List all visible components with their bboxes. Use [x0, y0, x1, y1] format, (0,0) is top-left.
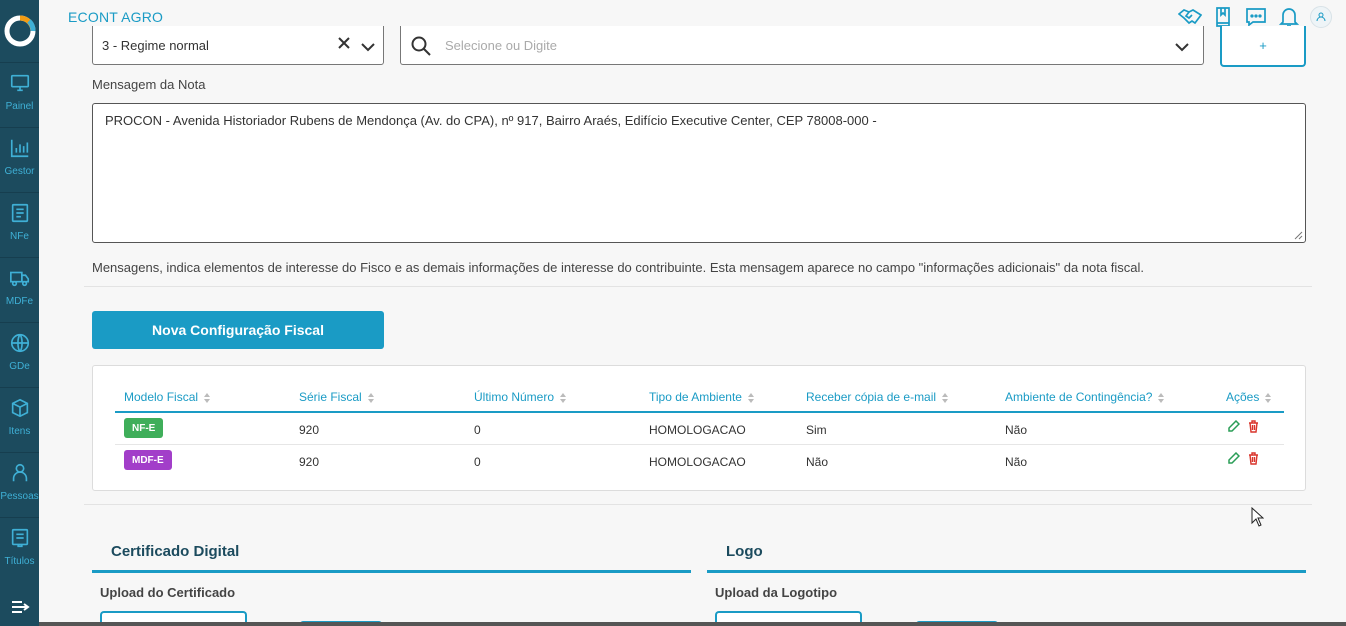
clear-icon[interactable]: [337, 36, 351, 55]
globe-icon: [10, 333, 29, 353]
sidebar-item-titulos[interactable]: Títulos: [0, 517, 39, 581]
search-select[interactable]: Selecione ou Digite: [400, 26, 1204, 65]
message-label: Mensagem da Nota: [92, 77, 206, 92]
col-header-copia[interactable]: Receber cópia de e-mail: [806, 390, 949, 404]
app-logo[interactable]: [0, 0, 39, 62]
user-avatar[interactable]: [1310, 6, 1332, 28]
truck-icon: [9, 271, 29, 287]
menu-expand-icon: [11, 600, 30, 613]
cell-copia: Não: [806, 455, 829, 469]
document-icon: [11, 528, 28, 548]
user-icon: [1316, 12, 1326, 22]
sidebar-item-mdfe[interactable]: MDFe: [0, 257, 39, 321]
bar-chart-icon: [10, 139, 28, 158]
cell-ambiente: HOMOLOGACAO: [649, 423, 746, 437]
row-actions: [1228, 420, 1259, 433]
delete-icon[interactable]: [1248, 420, 1259, 433]
message-help-text: Mensagens, indica elementos de interesse…: [92, 260, 1144, 275]
sidebar-item-label: GDe: [9, 361, 30, 372]
message-text: PROCON - Avenida Historiador Rubens de M…: [105, 113, 877, 128]
col-header-acoes[interactable]: Ações: [1226, 390, 1272, 404]
sidebar-item-label: Títulos: [4, 556, 35, 567]
table-header: Modelo Fiscal Série Fiscal Último Número…: [115, 386, 1284, 413]
regime-select[interactable]: 3 - Regime normal: [92, 26, 384, 65]
divider: [84, 504, 1312, 505]
col-header-ambiente[interactable]: Tipo de Ambiente: [649, 390, 754, 404]
resize-grip-icon[interactable]: [1294, 231, 1303, 240]
cell-serie: 920: [299, 455, 320, 469]
sidebar-item-nfe[interactable]: NFe: [0, 192, 39, 256]
section-underline: [92, 570, 691, 573]
sidebar-item-label: Pessoas: [0, 491, 39, 502]
table-row: MDF-E 920 0 HOMOLOGACAO Não Não: [115, 445, 1284, 477]
sort-icon: [1158, 392, 1165, 403]
menu-toggle-button[interactable]: [0, 587, 39, 626]
col-header-ultimo[interactable]: Último Número: [474, 390, 567, 404]
regime-select-value: 3 - Regime normal: [102, 38, 209, 53]
handshake-icon: [1178, 9, 1202, 25]
divider: [84, 286, 1312, 287]
sort-icon: [1265, 392, 1272, 403]
mouse-cursor-icon: [1251, 507, 1264, 527]
sort-icon: [367, 392, 374, 403]
model-badge: MDF-E: [124, 450, 172, 470]
receipt-icon: [11, 203, 28, 223]
search-icon: [411, 36, 431, 61]
sidebar-item-label: Itens: [8, 426, 31, 437]
sort-icon: [204, 392, 211, 403]
monitor-icon: [10, 74, 29, 92]
delete-icon[interactable]: [1248, 452, 1259, 465]
table-row: NF-E 920 0 HOMOLOGACAO Sim Não: [115, 413, 1284, 445]
col-header-contingencia[interactable]: Ambiente de Contingência?: [1005, 390, 1165, 404]
col-header-modelo[interactable]: Modelo Fiscal: [124, 390, 211, 404]
logo-section-title: Logo: [726, 543, 763, 560]
chevron-down-icon[interactable]: [1175, 39, 1189, 57]
sidebar-item-painel[interactable]: Painel: [0, 62, 39, 126]
col-header-serie[interactable]: Série Fiscal: [299, 390, 374, 404]
sidebar-item-label: Gestor: [4, 166, 35, 177]
cell-contingencia: Não: [1005, 423, 1028, 437]
fiscal-config-table: Modelo Fiscal Série Fiscal Último Número…: [92, 365, 1306, 491]
sidebar-item-label: NFe: [10, 231, 29, 242]
app-title: ECONT AGRO: [68, 9, 164, 25]
box-icon: [11, 398, 28, 418]
cell-ultimo: 0: [474, 455, 481, 469]
sidebar-item-itens[interactable]: Itens: [0, 387, 39, 451]
book-icon: [1216, 7, 1230, 27]
section-underline: [707, 570, 1306, 573]
certificate-section-title: Certificado Digital: [111, 543, 240, 560]
add-button[interactable]: +: [1220, 26, 1306, 67]
logo-upload-label: Upload da Logotipo: [715, 585, 838, 600]
sidebar-item-label: MDFe: [5, 296, 34, 307]
sort-icon: [747, 392, 754, 403]
bell-icon: [1279, 8, 1299, 27]
cell-serie: 920: [299, 423, 320, 437]
sidebar: Painel Gestor NFe MDFe GDe Itens Pessoas…: [0, 0, 39, 626]
sidebar-item-pessoas[interactable]: Pessoas: [0, 452, 39, 516]
certificate-upload-label: Upload do Certificado: [100, 585, 236, 600]
new-fiscal-config-button[interactable]: Nova Configuração Fiscal: [92, 311, 384, 349]
sidebar-item-label: Painel: [5, 101, 34, 112]
person-icon: [12, 463, 27, 482]
cell-copia: Sim: [806, 423, 827, 437]
sort-icon: [560, 392, 567, 403]
sidebar-item-gde[interactable]: GDe: [0, 322, 39, 386]
chevron-down-icon[interactable]: [361, 39, 375, 57]
edit-icon[interactable]: [1228, 420, 1240, 433]
bottom-scrollbar[interactable]: [39, 622, 1346, 626]
edit-icon[interactable]: [1228, 452, 1240, 465]
model-badge: NF-E: [124, 418, 164, 438]
row-actions: [1228, 452, 1259, 465]
sort-icon: [942, 392, 949, 403]
message-textarea[interactable]: PROCON - Avenida Historiador Rubens de M…: [92, 103, 1306, 243]
cell-contingencia: Não: [1005, 455, 1028, 469]
search-select-placeholder: Selecione ou Digite: [445, 38, 558, 53]
logo-icon: [4, 15, 35, 47]
cell-ultimo: 0: [474, 423, 481, 437]
sidebar-item-gestor[interactable]: Gestor: [0, 127, 39, 191]
cell-ambiente: HOMOLOGACAO: [649, 455, 746, 469]
chat-icon: [1246, 8, 1266, 27]
